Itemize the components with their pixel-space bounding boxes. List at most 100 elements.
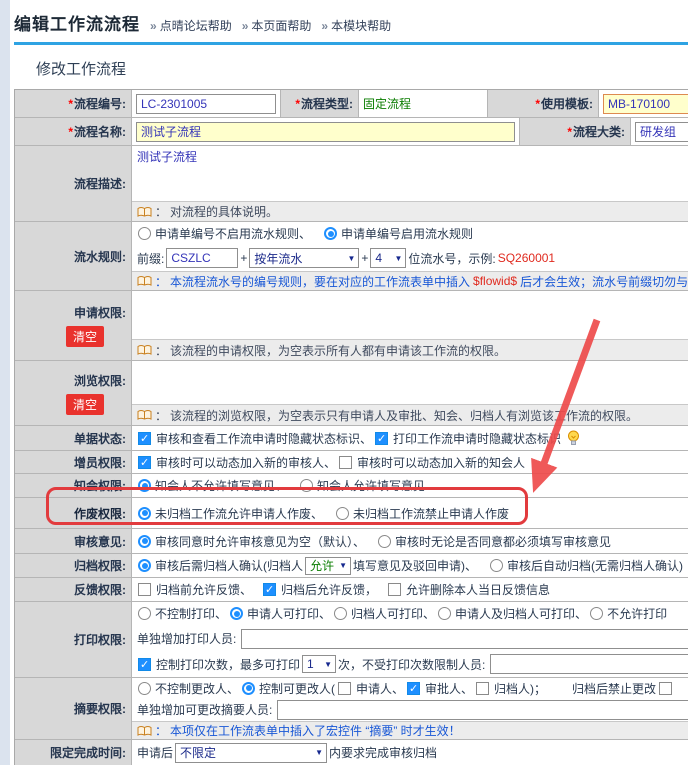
checkbox-hide-status-review[interactable]	[138, 432, 151, 445]
checkbox-summary-applicant[interactable]	[338, 682, 351, 695]
checkbox-summary-lock-after-archive[interactable]	[659, 682, 672, 695]
add-member-label: 增员权限:	[15, 451, 132, 473]
radio-summary-controlled[interactable]	[242, 682, 255, 695]
cancel-permission-label: 作废权限:	[15, 498, 132, 528]
view-clear-button[interactable]: 清空	[66, 394, 104, 415]
radio-serial-enabled[interactable]	[324, 227, 337, 240]
row-doc-status: 单据状态: 审核和查看工作流申请时隐藏状态标识、 打印工作流申请时隐藏状态标识	[15, 426, 688, 451]
book-icon	[137, 344, 152, 356]
workflow-form-table: *流程编号: LC-2301005 *流程类型: 固定流程 *使用模板: MB-…	[14, 89, 688, 765]
archive-allow-select[interactable]: 允许	[305, 557, 351, 575]
print-permission-label: 打印权限:	[15, 602, 132, 677]
page-title: 编辑工作流流程	[14, 10, 140, 35]
required-mark: *	[68, 97, 73, 111]
required-mark: *	[295, 97, 300, 111]
radio-print-archiver[interactable]	[334, 607, 347, 620]
help-link-forum[interactable]: »点晴论坛帮助	[150, 17, 232, 34]
description-label: 流程描述:	[15, 146, 132, 221]
row-add-member: 增员权限: 审核时可以动态加入新的审核人、 审核时可以动态加入新的知会人	[15, 451, 688, 474]
serial-prefix-input[interactable]: CSZLC	[166, 248, 238, 268]
book-icon	[137, 409, 152, 421]
book-icon	[137, 275, 152, 287]
checkbox-summary-approver[interactable]	[407, 682, 420, 695]
archive-permission-label: 归档权限:	[15, 554, 132, 577]
row-apply-permission: 申请权限: 清空 ： 该流程的申请权限，为空表示所有人都有申请该工作流的权限。	[15, 291, 688, 361]
page-header: 编辑工作流流程 »点晴论坛帮助 »本页面帮助 »本模块帮助	[0, 0, 688, 35]
checkbox-feedback-before[interactable]	[138, 583, 151, 596]
chevron-right-icon: »	[242, 19, 249, 33]
view-permission-list[interactable]	[132, 361, 688, 404]
serial-example: SQ260001	[498, 251, 555, 265]
radio-serial-disabled[interactable]	[138, 227, 151, 240]
row-serial-rule: 流水规则: 申请单编号不启用流水规则、 申请单编号启用流水规则 前缀: CSZL…	[15, 222, 688, 291]
radio-notify-allow-opinion[interactable]	[300, 479, 313, 492]
apply-permission-list[interactable]	[132, 291, 688, 339]
row-cancel-permission: 作废权限: 未归档工作流允许申请人作废、 未归档工作流禁止申请人作废	[15, 498, 688, 529]
required-mark: *	[535, 97, 540, 111]
description-textarea[interactable]: 测试子流程	[132, 146, 688, 201]
row-flow-number: *流程编号: LC-2301005 *流程类型: 固定流程 *使用模板: MB-…	[15, 90, 688, 118]
flow-type-label: *流程类型:	[280, 90, 359, 117]
radio-opinion-optional[interactable]	[138, 535, 151, 548]
print-unlimited-users-input[interactable]	[490, 654, 688, 674]
chevron-right-icon: »	[321, 19, 328, 33]
view-hint: ： 该流程的浏览权限，为空表示只有申请人及审批、知会、归档人有浏览该工作流的权限…	[132, 404, 688, 425]
deadline-select[interactable]: 不限定	[175, 743, 327, 763]
serial-rule-label: 流水规则:	[15, 222, 132, 290]
flow-number-label: *流程编号:	[15, 90, 132, 117]
checkbox-add-notified[interactable]	[339, 456, 352, 469]
checkbox-hide-status-print[interactable]	[375, 432, 388, 445]
flow-type-value: 固定流程	[363, 95, 411, 112]
template-input[interactable]: MB-170100	[603, 94, 688, 114]
radio-summary-uncontrolled[interactable]	[138, 682, 151, 695]
radio-archive-auto[interactable]	[490, 559, 503, 572]
flow-number-input[interactable]: LC-2301005	[136, 94, 276, 114]
bulb-icon	[567, 430, 580, 446]
help-link-module[interactable]: »本模块帮助	[321, 17, 391, 34]
summary-extra-users-input[interactable]	[277, 700, 688, 720]
checkbox-feedback-after[interactable]	[263, 583, 276, 596]
feedback-permission-label: 反馈权限:	[15, 578, 132, 601]
checkbox-feedback-delete-same-day[interactable]	[388, 583, 401, 596]
row-feedback-permission: 反馈权限: 归档前允许反馈、 归档后允许反馈， 允许删除本人当日反馈信息	[15, 578, 688, 602]
help-link-page[interactable]: »本页面帮助	[242, 17, 312, 34]
row-view-permission: 浏览权限: 清空 ： 该流程的浏览权限，为空表示只有申请人及审批、知会、归档人有…	[15, 361, 688, 426]
row-description: 流程描述: 测试子流程 ： 对流程的具体说明。	[15, 146, 688, 222]
doc-status-label: 单据状态:	[15, 426, 132, 450]
apply-hint: ： 该流程的申请权限，为空表示所有人都有申请该工作流的权限。	[132, 339, 688, 360]
print-count-select[interactable]: 1	[302, 655, 336, 673]
radio-print-forbidden[interactable]	[590, 607, 603, 620]
radio-notify-no-opinion[interactable]	[138, 479, 151, 492]
radio-print-both[interactable]	[438, 607, 451, 620]
print-extra-users-input[interactable]	[241, 629, 688, 649]
template-label: *使用模板:	[487, 90, 599, 117]
serial-period-select[interactable]: 按年流水	[249, 248, 359, 268]
apply-permission-label: 申请权限:	[74, 304, 126, 321]
radio-cancel-allowed[interactable]	[138, 507, 151, 520]
notify-permission-label: 知会权限:	[15, 474, 132, 497]
left-margin-strip	[0, 0, 10, 765]
workflow-edit-page: 编辑工作流流程 »点晴论坛帮助 »本页面帮助 »本模块帮助 修改工作流程 *流程…	[0, 0, 688, 765]
serial-hint: ： 本流程流水号的编号规则，要在对应的工作流表单中插入$flowid$后才会生效…	[132, 271, 688, 290]
flow-name-input[interactable]: 测试子流程	[136, 122, 515, 142]
apply-clear-button[interactable]: 清空	[66, 326, 104, 347]
radio-archive-confirm[interactable]	[138, 559, 151, 572]
chevron-right-icon: »	[150, 19, 157, 33]
radio-opinion-required[interactable]	[378, 535, 391, 548]
description-hint: ： 对流程的具体说明。	[132, 201, 688, 221]
row-archive-permission: 归档权限: 审核后需归档人确认(归档人 允许 填写意见及驳回申请)、 审核后自动…	[15, 554, 688, 578]
deadline-label: 限定完成时间:	[15, 740, 132, 765]
checkbox-limit-print-count[interactable]	[138, 658, 151, 671]
blue-divider	[14, 42, 688, 45]
checkbox-add-reviewer[interactable]	[138, 456, 151, 469]
serial-digits-select[interactable]: 4	[370, 248, 406, 268]
flow-category-input[interactable]: 研发组	[635, 122, 688, 142]
row-notify-permission: 知会权限: 知会人不允许填写意见、 知会人允许填写意见	[15, 474, 688, 498]
checkbox-summary-archiver[interactable]	[476, 682, 489, 695]
book-icon	[137, 206, 152, 218]
flow-name-label: *流程名称:	[15, 118, 132, 145]
book-icon	[137, 725, 152, 737]
radio-print-applicant[interactable]	[230, 607, 243, 620]
radio-print-uncontrolled[interactable]	[138, 607, 151, 620]
radio-cancel-forbidden[interactable]	[336, 507, 349, 520]
